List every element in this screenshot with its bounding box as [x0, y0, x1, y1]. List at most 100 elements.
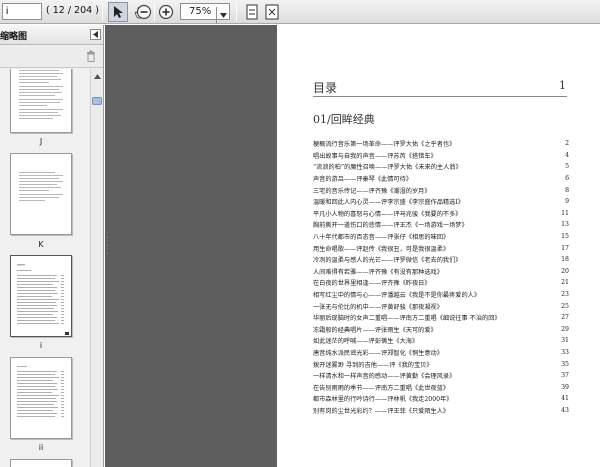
zoom-out-button-2[interactable] — [134, 2, 154, 22]
toc-entry-page: 11 — [561, 209, 569, 217]
zoom-in-button[interactable] — [156, 2, 176, 22]
toc-entry-page: 20 — [561, 267, 569, 275]
thumbnail-list: J K i ii — [0, 69, 90, 467]
document-view[interactable]: 目录 1 01/回眸经典 梗概流行音乐第一场革命——评罗大佑《之乎者也》 2 唱出故… — [105, 25, 600, 467]
toc-entry-title: 在白夜的世界里相逢——评齐豫《昨夜日》 — [313, 280, 431, 288]
toc-entry[interactable]: 三宅的音乐传记——评齐豫《潮湿的岁月》 8 — [313, 184, 569, 196]
toc-entry[interactable]: 人间难得有若雅——评齐豫《有没有那种选戏》 20 — [313, 266, 569, 278]
delete-page-button[interactable] — [86, 50, 96, 65]
thumbnail-label: J — [39, 137, 43, 146]
toc-entry[interactable]: 都市森林里的行吟诗行——评林帆《我走2000年》 41 — [313, 393, 569, 405]
toc-entry[interactable]: 唐音纯水派民谣光彩——评郑智化《恫生意动》 33 — [313, 347, 569, 359]
toc-entry-title: 华丽后现脑时的女声二重唱——评南方二重唱《细说往事 不治的回》 — [313, 315, 501, 323]
toc-entry[interactable]: 一张无与伦比的机中——评黄舒骏《那夜凝视》 25 — [313, 300, 569, 312]
toc-entry-page: 41 — [561, 395, 569, 403]
toc-entry-title: 冻霜般的经典唱片——评张雨生《天可的爱》 — [313, 326, 437, 334]
toc-entry[interactable]: 平凡小人物的喜怒与心情——评马兆骏《我要的不多》 11 — [313, 208, 569, 220]
toc-entry[interactable]: 八十年代都市的百态音——评张仔《相思的味回》 15 — [313, 231, 569, 243]
page-thumbnail[interactable] — [10, 357, 72, 439]
scrollbar-thumb[interactable] — [92, 97, 102, 105]
toc-entry[interactable]: 冻霜般的经典唱片——评张雨生《天可的爱》 29 — [313, 324, 569, 336]
toc-entry-title: 拨开迷雾渺 寻到的吉他——评《我的宝贝》 — [313, 361, 433, 369]
fit-page-icon — [265, 4, 279, 20]
scroll-up-button[interactable] — [92, 71, 102, 81]
toc-entries: 梗概流行音乐第一场革命——评罗大佑《之乎者也》 2 唱出故事与自我的声音——评苏芮《… — [313, 138, 569, 416]
page-thumbnail-preview — [17, 366, 64, 417]
page-thumbnail-preview — [17, 264, 69, 335]
toc-entry-title: 一样清水和一样声音的感动——评黄勤《会理风录》 — [313, 373, 456, 381]
toc-entry-page: 21 — [561, 279, 569, 287]
toc-entry[interactable]: 如此迷茫的呼喊——评彭蒨生《大海》 31 — [313, 335, 569, 347]
toc-entry[interactable]: 冷冽的温柔与感人的光芒——评罗微信《老去的我们》 18 — [313, 254, 569, 266]
thumbnail-toolbar — [0, 46, 103, 68]
toc-entry-page: 33 — [561, 348, 569, 356]
toc-entry-title: 人间难得有若雅——评齐豫《有没有那种选戏》 — [313, 268, 443, 276]
toc-entry-title: 别有岗的尘世光彩约？——评王菲《只爱陌生人》 — [313, 407, 450, 415]
select-tool-button[interactable] — [108, 2, 128, 22]
page-thumbnail-preview — [19, 172, 63, 201]
toc-divider — [313, 96, 567, 97]
toc-entry[interactable]: 一样清水和一样声音的感动——评黄勤《会理风录》 37 — [313, 370, 569, 382]
toc-entry-title: 声音的游吕——评秦琴《此情可待》 — [313, 176, 412, 184]
page-thumbnail-current[interactable] — [10, 255, 72, 337]
toc-entry-title: 如此迷茫的呼喊——评彭蒨生《大海》 — [313, 338, 419, 346]
toc-entry[interactable]: 在白夜的世界里相逢——评齐豫《昨夜日》 21 — [313, 277, 569, 289]
zoom-value: 75% — [189, 6, 212, 17]
page-number-input[interactable] — [2, 3, 42, 20]
toc-entry[interactable]: 温暖和回此人内心灵——评李宗盛《李宗盛作品精选Ⅰ》 9 — [313, 196, 569, 208]
toc-entry[interactable]: 用生命唱歌——评赵传《我很丑，可是我很温柔》 17 — [313, 242, 569, 254]
toc-entry-page: 9 — [565, 198, 569, 206]
page-count: ( 12 / 204 ) — [46, 5, 99, 16]
toc-entry-title: 相写红尘中的情与心——评潘越云《我是不是你最疼爱的人》 — [313, 292, 481, 300]
toc-entry[interactable]: 相写红尘中的情与心——评潘越云《我是不是你最疼爱的人》 23 — [313, 289, 569, 301]
section-title: 01/回眸经典 — [313, 113, 375, 126]
toc-entry[interactable]: 唱出故事与自我的声音——评苏芮《搭错车》 4 — [313, 150, 569, 162]
splitter-grip-icon — [107, 232, 108, 253]
toc-entry-page: 6 — [565, 175, 569, 183]
toc-entry-page: 43 — [561, 406, 569, 414]
toc-entry-title: 冷冽的温柔与感人的光芒——评罗微信《老去的我们》 — [313, 257, 462, 265]
toc-entry-title: 都市森林里的行吟诗行——评林帆《我走2000年》 — [313, 396, 453, 404]
toc-title-page: 1 — [559, 79, 566, 92]
zoom-dropdown-button[interactable] — [216, 7, 230, 24]
toc-entry[interactable]: 华丽后现脑时的女声二重唱——评南方二重唱《细说往事 不治的回》 27 — [313, 312, 569, 324]
chevron-left-icon — [93, 31, 98, 38]
thumbnail-panel-title: 缩略图 — [0, 32, 28, 42]
toc-entry-title: 胸前撕开一道伤口的悲情——评王杰《一场游戏一场梦》 — [313, 222, 468, 230]
fit-width-button[interactable] — [242, 2, 262, 22]
toc-entry-title: 八十年代都市的百态音——评张仔《相思的味回》 — [313, 234, 450, 242]
toc-entry-title: 用生命唱歌——评赵传《我很丑，可是我很温柔》 — [313, 245, 450, 253]
toc-entry-title: 三宅的音乐传记——评齐豫《潮湿的岁月》 — [313, 187, 431, 195]
toc-entry[interactable]: 胸前撕开一道伤口的悲情——评王杰《一场游戏一场梦》 13 — [313, 219, 569, 231]
toc-entry[interactable]: 在告别雨雨的季节——评南方二重唱《此世夜蓝》 39 — [313, 381, 569, 393]
toc-entry[interactable]: 拨开迷雾渺 寻到的吉他——评《我的宝贝》 35 — [313, 358, 569, 370]
fit-page-button[interactable] — [262, 2, 282, 22]
toc-entry-page: 31 — [561, 337, 569, 345]
toc-entry[interactable]: 别有岗的尘世光彩约？——评王菲《只爱陌生人》 43 — [313, 405, 569, 417]
page-thumbnail-preview — [19, 70, 63, 119]
toc-entry-page: 23 — [561, 291, 569, 299]
toc-entry-page: 25 — [561, 302, 569, 310]
fit-width-icon — [246, 4, 258, 20]
page-thumbnail[interactable] — [10, 153, 72, 235]
toc-title: 目录 — [313, 81, 338, 95]
thumbnail-scrollbar[interactable] — [90, 69, 103, 467]
collapse-panel-button[interactable] — [90, 29, 101, 40]
page-thumbnail[interactable] — [10, 459, 72, 467]
toc-entry-title: 梗概流行音乐第一场革命——评罗大佑《之乎者也》 — [313, 141, 456, 149]
toc-entry-page: 29 — [561, 325, 569, 333]
page-thumbnail[interactable] — [10, 69, 72, 133]
chevron-down-icon — [220, 13, 227, 18]
toolbar-separator — [102, 3, 103, 21]
toc-entry-page: 17 — [561, 244, 569, 252]
toc-entry[interactable]: 声音的游吕——评秦琴《此情可待》 6 — [313, 173, 569, 185]
toc-entry-page: 4 — [565, 151, 569, 159]
toc-entry-title: 唱出故事与自我的声音——评苏芮《搭错车》 — [313, 152, 437, 160]
toc-entry[interactable]: 梗概流行音乐第一场革命——评罗大佑《之乎者也》 2 — [313, 138, 569, 150]
trash-icon — [87, 50, 95, 62]
zoom-select[interactable]: 75% — [180, 3, 230, 24]
toc-entry[interactable]: “流浪的柏”的魔性召唤——评罗大佑《未来的主人翁》 5 — [313, 161, 569, 173]
thumbnail-label: ii — [38, 443, 44, 452]
panel-splitter[interactable] — [106, 230, 109, 256]
toc-entry-title: 一张无与伦比的机中——评黄舒骏《那夜凝视》 — [313, 303, 443, 311]
